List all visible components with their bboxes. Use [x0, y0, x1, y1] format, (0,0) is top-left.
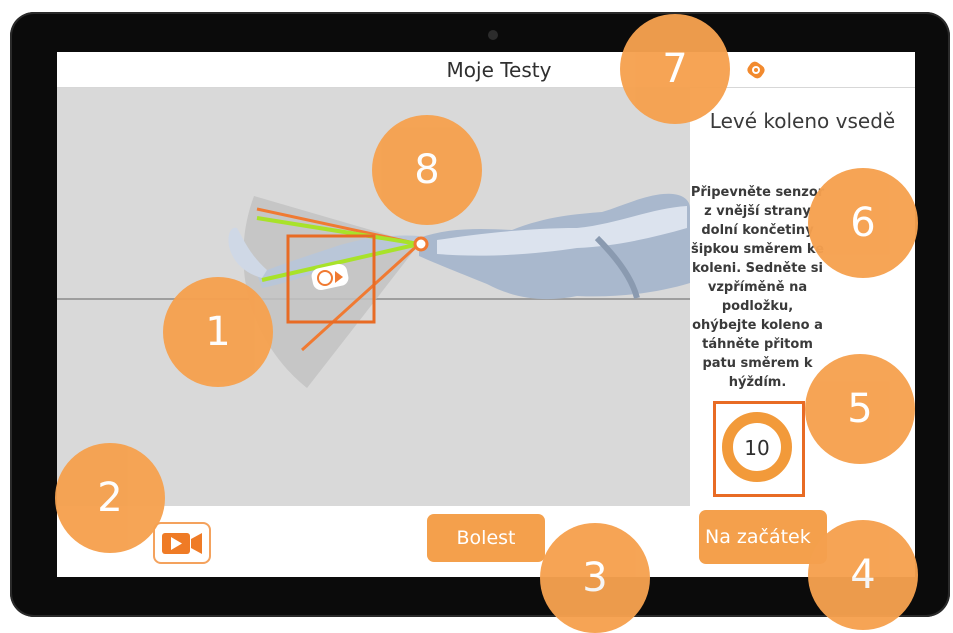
callout-marker-8: 8 [372, 115, 482, 225]
exercise-instructions: Připevněte senzor z vnější strany dolní … [690, 185, 825, 390]
counter-ring: 10 [722, 412, 792, 482]
counter-value: 10 [744, 436, 770, 460]
bottom-bar: Bolest Na začátek [57, 506, 915, 577]
callout-marker-6: 6 [808, 168, 918, 278]
knee-joint [413, 236, 429, 252]
callout-marker-1: 1 [163, 277, 273, 387]
callout-marker-4: 4 [808, 520, 918, 630]
3d-viewport[interactable] [57, 88, 690, 506]
callout-marker-3: 3 [540, 523, 650, 633]
sensor-icon[interactable] [745, 59, 767, 81]
exercise-title: Levé koleno vsedě [709, 109, 896, 133]
callout-marker-5: 5 [805, 354, 915, 464]
video-camera-icon [162, 533, 202, 554]
title-bar: Moje Testy [57, 52, 915, 88]
scene-svg [57, 193, 690, 388]
restart-button[interactable]: Na začátek [699, 510, 827, 564]
callout-marker-2: 2 [55, 443, 165, 553]
repetition-counter: 10 [713, 401, 805, 497]
callout-marker-7: 7 [620, 14, 730, 124]
front-camera [488, 30, 498, 40]
pain-button[interactable]: Bolest [427, 514, 545, 562]
page-title: Moje Testy [446, 58, 552, 82]
video-button[interactable] [153, 522, 211, 564]
